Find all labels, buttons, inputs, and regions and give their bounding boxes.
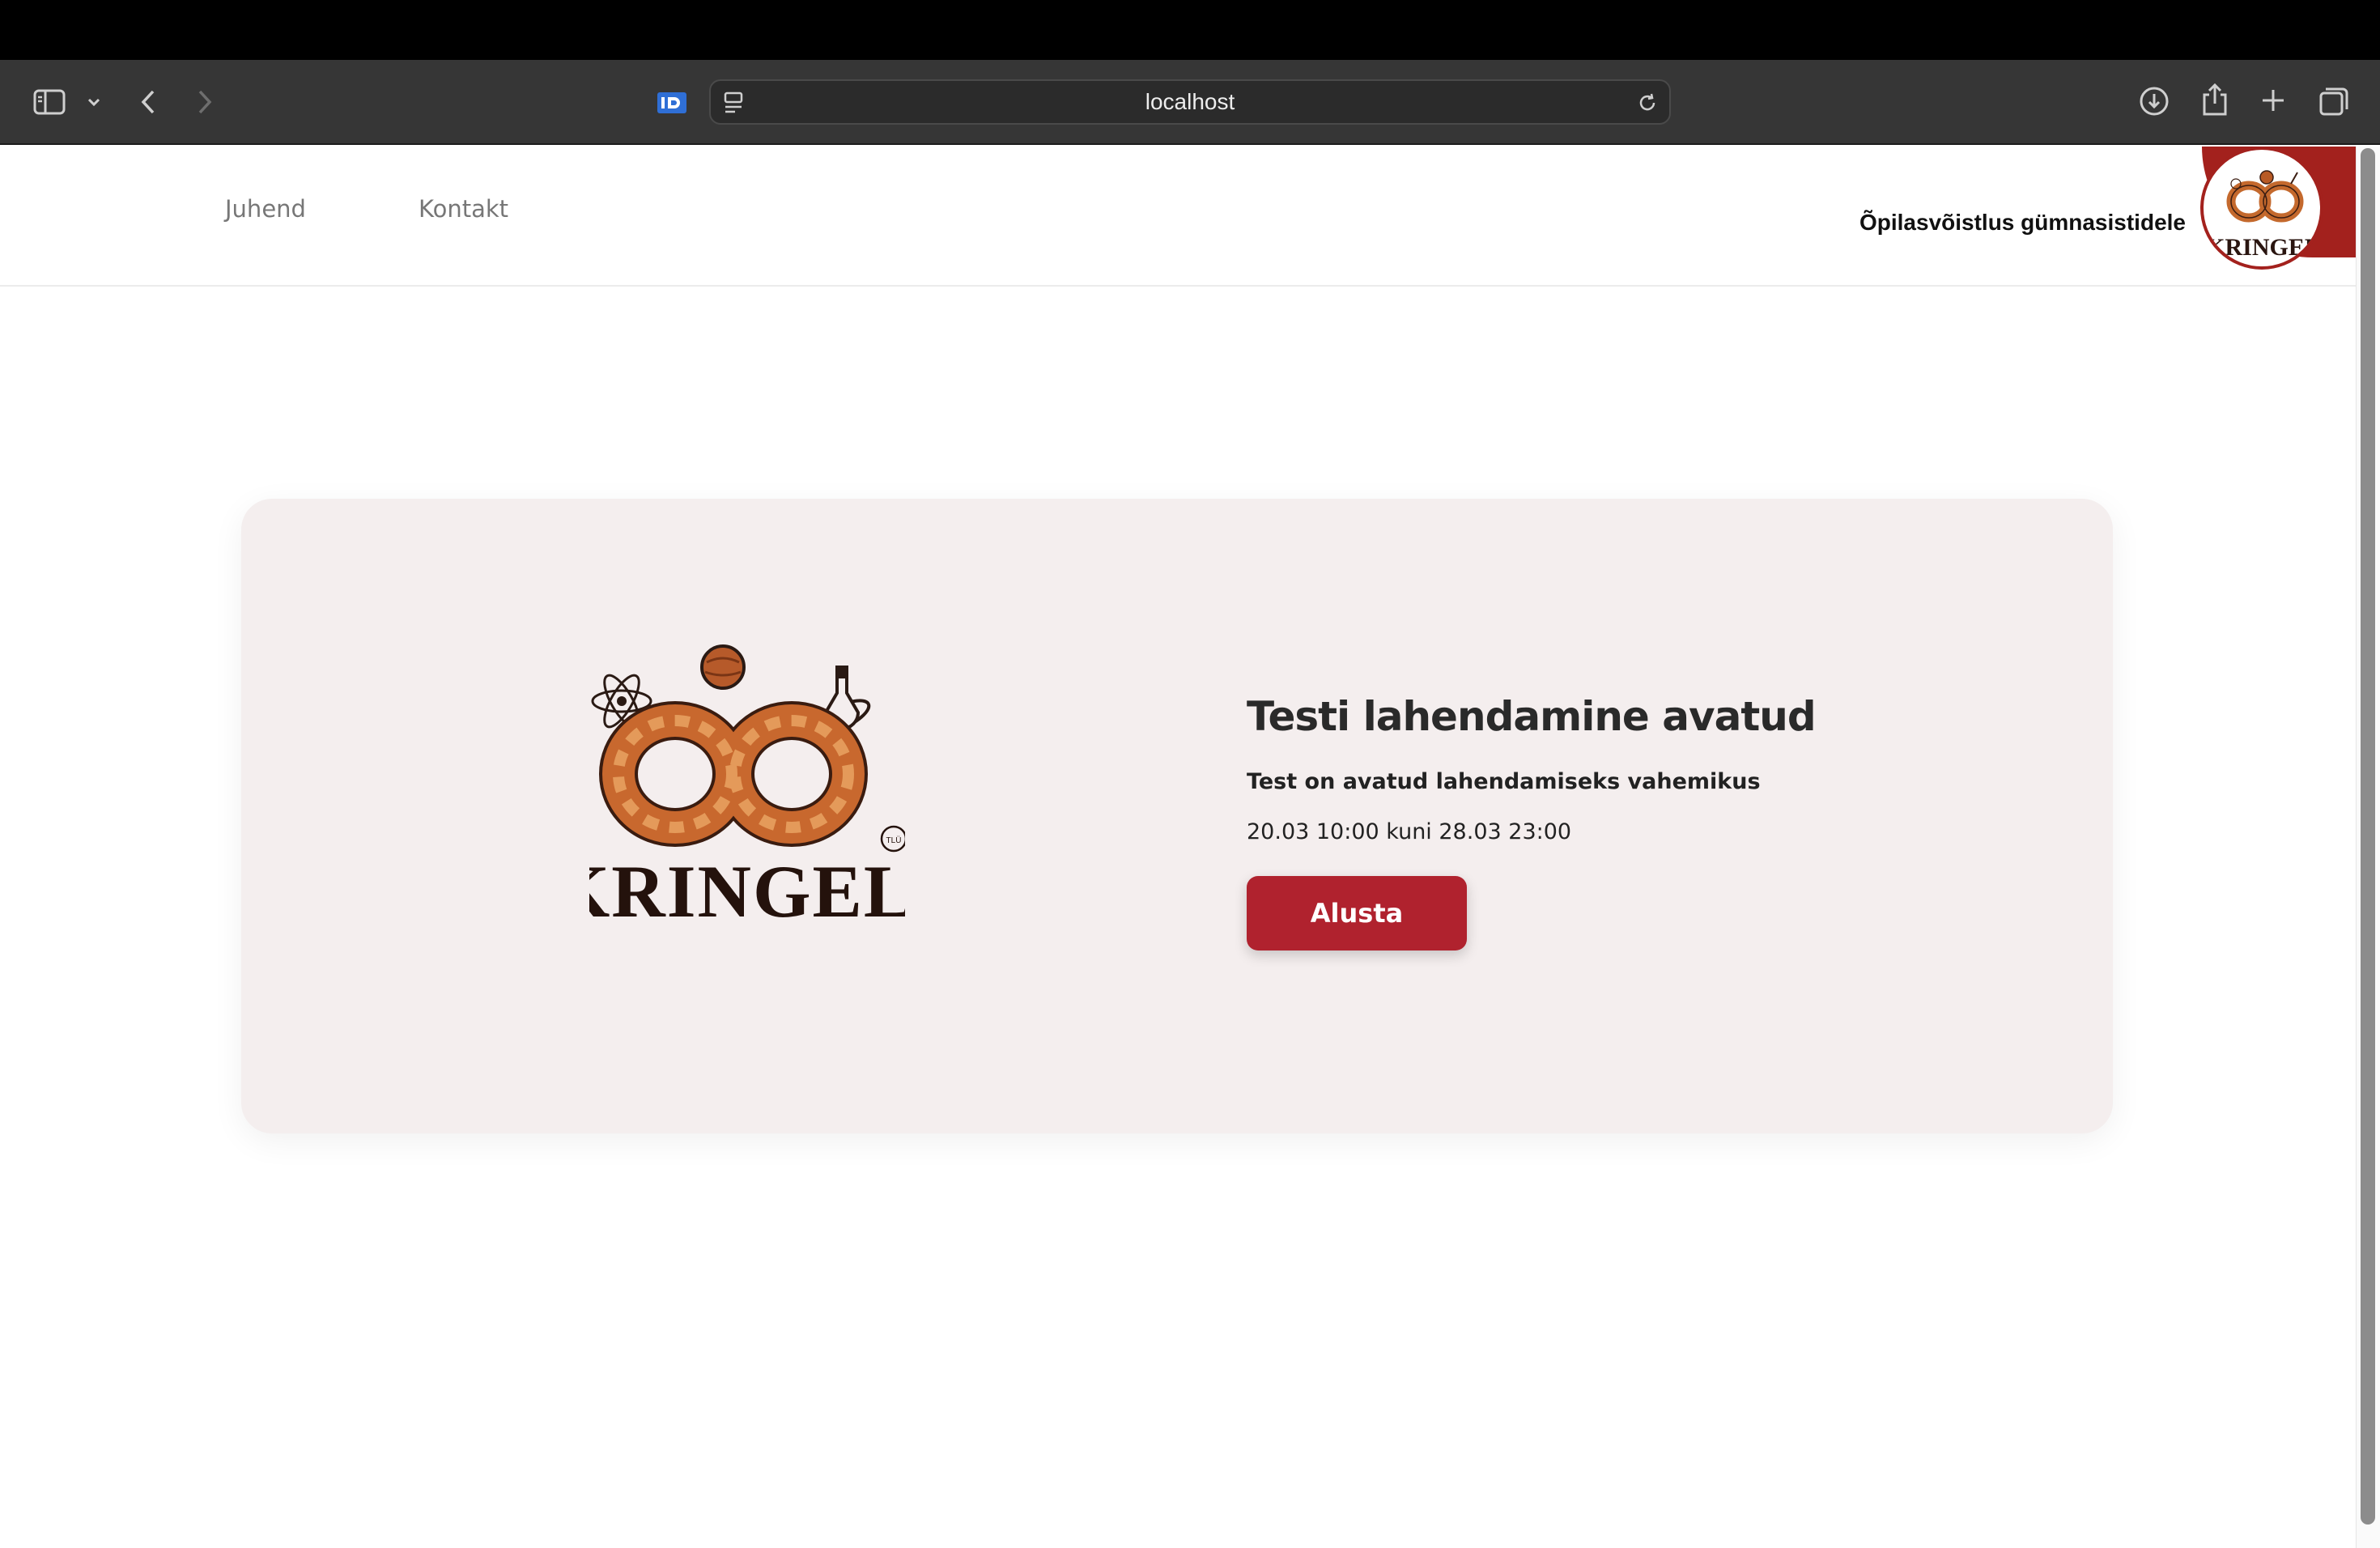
system-top-bar [0,0,2380,60]
new-tab-icon[interactable] [2257,84,2289,117]
reload-icon[interactable] [1635,91,1660,115]
page-scrollbar[interactable] [2356,147,2380,1548]
address-bar[interactable]: localhost [709,79,1671,125]
test-card: KRINGEL TLÜ Testi lahendamine avatud Tes… [241,499,2113,1133]
nav-link-juhend[interactable]: Juhend [225,195,306,223]
header-logo[interactable]: KRINGEL [2200,147,2323,270]
pretzel-icon [599,701,868,847]
card-subtitle: Test on avatud lahendamiseks vahemikus [1247,769,1761,794]
start-button[interactable]: Alusta [1247,876,1467,950]
card-date-range: 20.03 10:00 kuni 28.03 23:00 [1247,819,1572,844]
logo-mark-text: TLÜ [886,836,902,845]
planet-icon [700,644,746,690]
url-text: localhost [1145,89,1235,114]
kringel-logo: KRINGEL TLÜ [552,644,913,933]
nav-link-kontakt[interactable]: Kontakt [419,195,508,223]
kringel-logo-text: KRINGEL [589,850,905,928]
scrollbar-thumb[interactable] [2361,148,2375,1525]
card-title: Testi lahendamine avatud [1247,693,1817,740]
share-icon[interactable] [2198,81,2232,118]
browser-toolbar: localhost [0,60,2380,145]
extension-icon[interactable] [656,91,688,115]
back-arrow-icon[interactable] [136,84,160,120]
site-header: Juhend Kontakt Õpilasvõistlus gümnasisti… [0,147,2356,287]
site-tagline: Õpilasvõistlus gümnasistidele [1859,210,2186,235]
sidebar-toggle-icon[interactable] [31,84,68,120]
page-viewport: Juhend Kontakt Õpilasvõistlus gümnasisti… [0,147,2380,1548]
forward-arrow-icon[interactable] [193,84,217,120]
download-icon[interactable] [2137,84,2171,118]
chevron-down-icon[interactable] [84,92,104,112]
tab-overview-icon[interactable] [2317,84,2351,118]
